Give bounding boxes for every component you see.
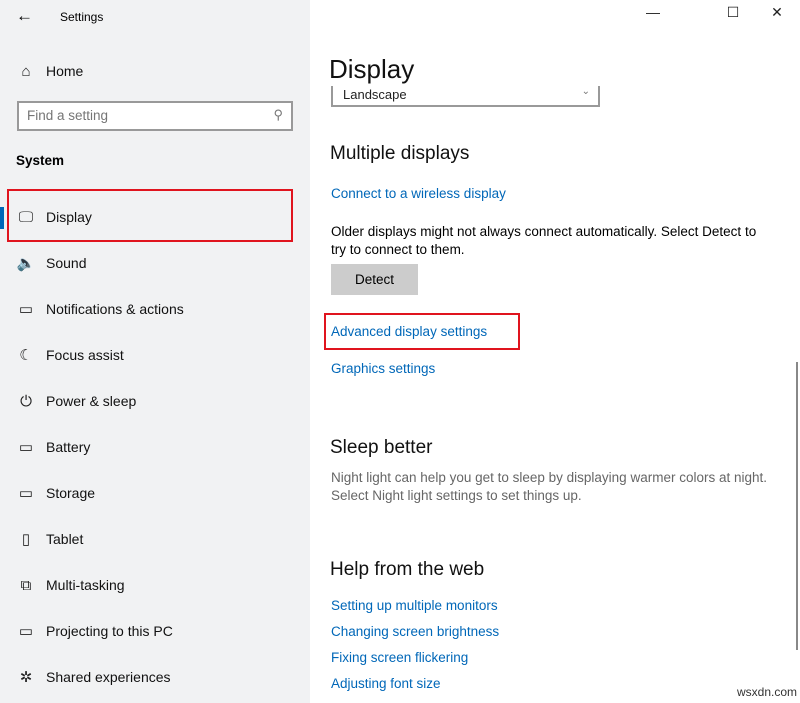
detect-button[interactable]: Detect: [331, 264, 418, 295]
home-icon: ⌂: [21, 62, 31, 80]
tablet-icon: ▯: [21, 531, 31, 548]
graphics-settings-link[interactable]: Graphics settings: [331, 361, 435, 376]
sleep-description: Night light can help you get to sleep by…: [331, 470, 767, 503]
search-box[interactable]: ⚲: [17, 101, 293, 131]
orientation-value: Landscape: [343, 87, 407, 102]
help-link[interactable]: Adjusting font size: [331, 676, 441, 691]
search-input[interactable]: [27, 108, 257, 123]
battery-icon: ▭: [18, 439, 34, 456]
sidebar-item-label: Storage: [46, 485, 96, 501]
back-icon[interactable]: ←: [16, 6, 33, 26]
sidebar-item-sound[interactable]: 🔈 Sound: [0, 245, 300, 281]
minimize-button[interactable]: —: [630, 4, 676, 30]
power-icon: ⏻: [20, 392, 32, 410]
sidebar-item-multi-tasking[interactable]: ⧉ Multi-tasking: [0, 567, 300, 603]
scrollbar[interactable]: [796, 362, 798, 650]
section-heading: System: [16, 153, 65, 168]
page-title: Display: [329, 54, 415, 84]
sidebar: ← Settings ⌂ Home ⚲ System 🖵Display🔈Soun…: [0, 0, 310, 703]
sidebar-item-tablet[interactable]: ▯ Tablet: [0, 521, 300, 557]
main-content: — ☐ ✕ Display Landscape ⌄ Multiple displ…: [310, 0, 800, 703]
sidebar-item-projecting-to-this-pc[interactable]: ▭ Projecting to this PC: [0, 613, 300, 649]
help-link[interactable]: Fixing screen flickering: [331, 650, 468, 665]
highlight-box: [7, 189, 293, 242]
sidebar-item-label: Notifications & actions: [46, 301, 184, 317]
multiple-displays-heading: Multiple displays: [330, 143, 470, 164]
window-title: Settings: [60, 10, 104, 24]
watermark: wsxdn.com: [737, 685, 798, 699]
sidebar-item-focus-assist[interactable]: ☾ Focus assist: [0, 337, 300, 373]
close-button[interactable]: ✕: [754, 4, 800, 30]
sidebar-item-label: Sound: [46, 255, 87, 271]
wireless-display-link[interactable]: Connect to a wireless display: [331, 186, 506, 201]
sidebar-item-label: Battery: [46, 439, 91, 455]
chevron-down-icon: ⌄: [581, 86, 590, 97]
shared-icon: ✲: [19, 669, 33, 686]
sidebar-item-shared-experiences[interactable]: ✲ Shared experiences: [0, 659, 300, 695]
sidebar-item-label: Multi-tasking: [46, 577, 125, 593]
moon-icon: ☾: [19, 347, 33, 364]
sidebar-item-label: Shared experiences: [46, 669, 171, 685]
orientation-dropdown[interactable]: Landscape ⌄: [331, 86, 600, 107]
speaker-icon: 🔈: [16, 255, 36, 272]
sidebar-item-storage[interactable]: ▭ Storage: [0, 475, 300, 511]
sidebar-item-label: Focus assist: [46, 347, 124, 363]
sleep-heading: Sleep better: [330, 437, 433, 458]
highlight-box: [324, 313, 520, 350]
maximize-button[interactable]: ☐: [710, 4, 756, 30]
notification-icon: ▭: [18, 301, 34, 318]
help-link[interactable]: Setting up multiple monitors: [331, 598, 498, 613]
multitasking-icon: ⧉: [20, 576, 32, 594]
sidebar-item-label: Projecting to this PC: [46, 623, 173, 639]
detect-description: Older displays might not always connect …: [331, 224, 757, 257]
sidebar-item-label: Tablet: [46, 531, 84, 547]
sidebar-item-notifications-actions[interactable]: ▭ Notifications & actions: [0, 291, 300, 327]
sidebar-item-power-sleep[interactable]: ⏻ Power & sleep: [0, 383, 300, 419]
search-icon[interactable]: ⚲: [273, 107, 283, 123]
help-link[interactable]: Changing screen brightness: [331, 624, 499, 639]
help-heading: Help from the web: [330, 559, 485, 580]
projecting-icon: ▭: [18, 623, 34, 640]
sidebar-item-battery[interactable]: ▭ Battery: [0, 429, 300, 465]
sidebar-item-home[interactable]: ⌂ Home: [0, 53, 300, 89]
storage-icon: ▭: [18, 485, 34, 502]
sidebar-item-label: Power & sleep: [46, 393, 137, 409]
